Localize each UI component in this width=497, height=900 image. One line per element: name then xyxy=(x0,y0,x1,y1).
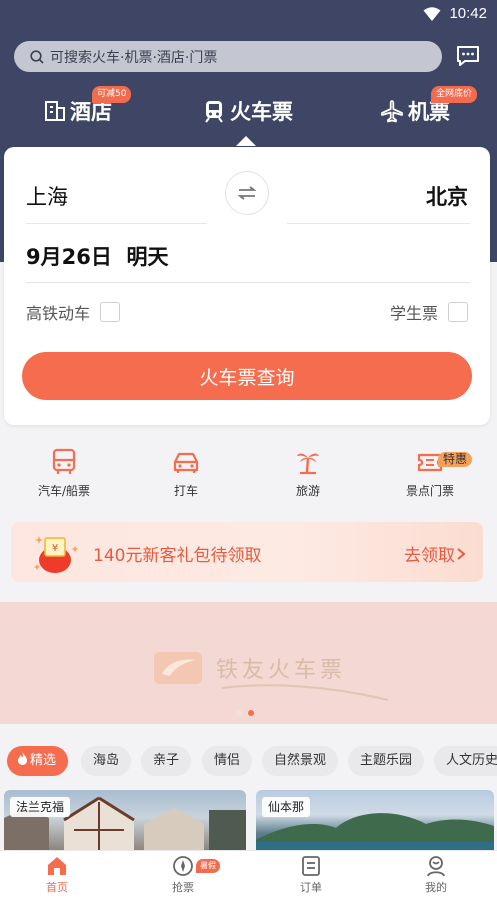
student-checkbox[interactable] xyxy=(448,302,468,322)
booking-card: 上海 北京 9月26日 明天 高铁动车 学生票 火车票查询 xyxy=(4,147,490,425)
wifi-icon xyxy=(423,7,441,21)
shortcut-tour[interactable]: 旅游 xyxy=(248,448,368,499)
train-icon xyxy=(205,101,223,123)
train-search-button[interactable]: 火车票查询 xyxy=(22,352,472,400)
taxi-icon xyxy=(173,452,199,473)
filter-chip[interactable]: 情侣 xyxy=(202,746,253,776)
from-city[interactable]: 上海 xyxy=(26,181,68,211)
shortcut-taxi[interactable]: 打车 xyxy=(126,448,246,499)
nav-orders-label: 订单 xyxy=(300,881,322,894)
shortcut-ticket-label: 景点门票 xyxy=(405,484,454,498)
hotel-badge: 可减50 xyxy=(92,86,132,103)
student-option[interactable]: 学生票 xyxy=(390,300,468,324)
filter-featured-label: 精选 xyxy=(30,753,57,768)
airplane-icon xyxy=(381,100,403,123)
hotel-icon xyxy=(45,101,65,121)
order-list-icon xyxy=(302,856,320,876)
filter-chip[interactable]: 海岛 xyxy=(81,746,132,776)
tab-train[interactable]: 火车票 xyxy=(202,96,293,126)
flight-badge: 全网底价 xyxy=(431,86,478,103)
filter-chip[interactable]: 亲子 xyxy=(141,746,192,776)
promo-text: 140元新客礼包待领取 xyxy=(93,546,262,566)
search-input[interactable]: 可搜索火车·机票·酒店·门票 xyxy=(14,41,442,72)
red-envelope-icon: ¥ xyxy=(34,536,78,573)
nav-grab-label: 抢票 xyxy=(172,881,194,894)
divider xyxy=(287,223,470,224)
nav-orders[interactable]: 订单 xyxy=(271,855,351,895)
high-speed-label: 高铁动车 xyxy=(26,304,91,323)
swap-cities-button[interactable] xyxy=(225,171,269,215)
status-bar: 10:42 xyxy=(0,0,497,28)
shortcut-bus-label: 汽车/船票 xyxy=(37,484,91,498)
departure-date[interactable]: 9月26日 明天 xyxy=(26,241,168,271)
filter-chips: 精选 海岛 亲子 情侣 自然景观 主题乐园 人文历史 xyxy=(0,742,497,780)
student-label: 学生票 xyxy=(389,304,438,323)
divider xyxy=(26,223,207,224)
active-tab-pointer xyxy=(236,136,256,146)
filter-chip[interactable]: 自然景观 xyxy=(262,746,339,776)
carousel-dots xyxy=(236,710,260,716)
compass-icon xyxy=(173,856,193,876)
shortcut-ticket[interactable]: 特惠 景点门票 xyxy=(370,448,490,499)
high-speed-checkbox[interactable] xyxy=(100,302,121,322)
shortcut-taxi-label: 打车 xyxy=(173,484,198,498)
to-city[interactable]: 北京 xyxy=(426,181,468,211)
search-icon xyxy=(30,49,44,64)
swap-icon xyxy=(238,186,256,200)
user-icon xyxy=(427,856,445,877)
tab-train-label: 火车票 xyxy=(230,100,293,124)
promo-banner[interactable]: ¥ 140元新客礼包待领取 去领取 xyxy=(11,522,483,582)
date-text: 9月26日 xyxy=(26,245,112,269)
filter-featured[interactable]: 精选 xyxy=(7,746,69,776)
bottom-navigation: 首页 暑假 抢票 订单 我的 xyxy=(0,850,497,900)
nav-profile[interactable]: 我的 xyxy=(396,855,476,895)
flame-icon xyxy=(18,752,27,765)
divider xyxy=(26,282,470,283)
filter-chip[interactable]: 主题乐园 xyxy=(348,746,425,776)
promo-claim-label: 去领取 xyxy=(404,546,455,566)
destination-label: 仙本那 xyxy=(262,797,311,817)
shortcut-tour-label: 旅游 xyxy=(295,484,320,498)
banner-swoosh xyxy=(221,684,389,701)
svg-text:¥: ¥ xyxy=(52,543,58,554)
nav-home[interactable]: 首页 xyxy=(17,855,97,895)
carousel-banner[interactable]: 铁友火车票 xyxy=(0,602,497,724)
carousel-dot-active[interactable] xyxy=(248,710,254,716)
chevron-right-icon xyxy=(457,547,466,560)
bus-icon xyxy=(52,448,76,474)
destination-card[interactable]: 法兰克福 xyxy=(4,790,246,852)
status-time: 10:42 xyxy=(449,5,487,22)
palm-tree-icon xyxy=(297,453,319,475)
message-icon[interactable] xyxy=(456,45,480,67)
grab-ticket-badge: 暑假 xyxy=(196,859,220,873)
shortcut-grid: 汽车/船票 打车 旅游 特惠 景点门票 xyxy=(0,440,497,520)
destination-label: 法兰克福 xyxy=(10,797,71,817)
nav-home-label: 首页 xyxy=(46,881,68,894)
shortcut-bus[interactable]: 汽车/船票 xyxy=(4,448,124,499)
home-icon xyxy=(48,857,66,875)
high-speed-option[interactable]: 高铁动车 xyxy=(26,300,121,324)
promo-claim-link[interactable]: 去领取 xyxy=(404,541,467,566)
filter-chip[interactable]: 人文历史 xyxy=(434,746,497,776)
search-placeholder: 可搜索火车·机票·酒店·门票 xyxy=(50,49,218,66)
day-text: 明天 xyxy=(126,245,169,269)
ticket-badge: 特惠 xyxy=(438,452,473,467)
destination-card[interactable]: 仙本那 xyxy=(256,790,494,852)
tieyou-logo xyxy=(154,652,202,684)
nav-profile-label: 我的 xyxy=(425,881,447,894)
carousel-dot[interactable] xyxy=(236,710,242,716)
nav-grab-ticket[interactable]: 暑假 抢票 xyxy=(143,855,223,895)
